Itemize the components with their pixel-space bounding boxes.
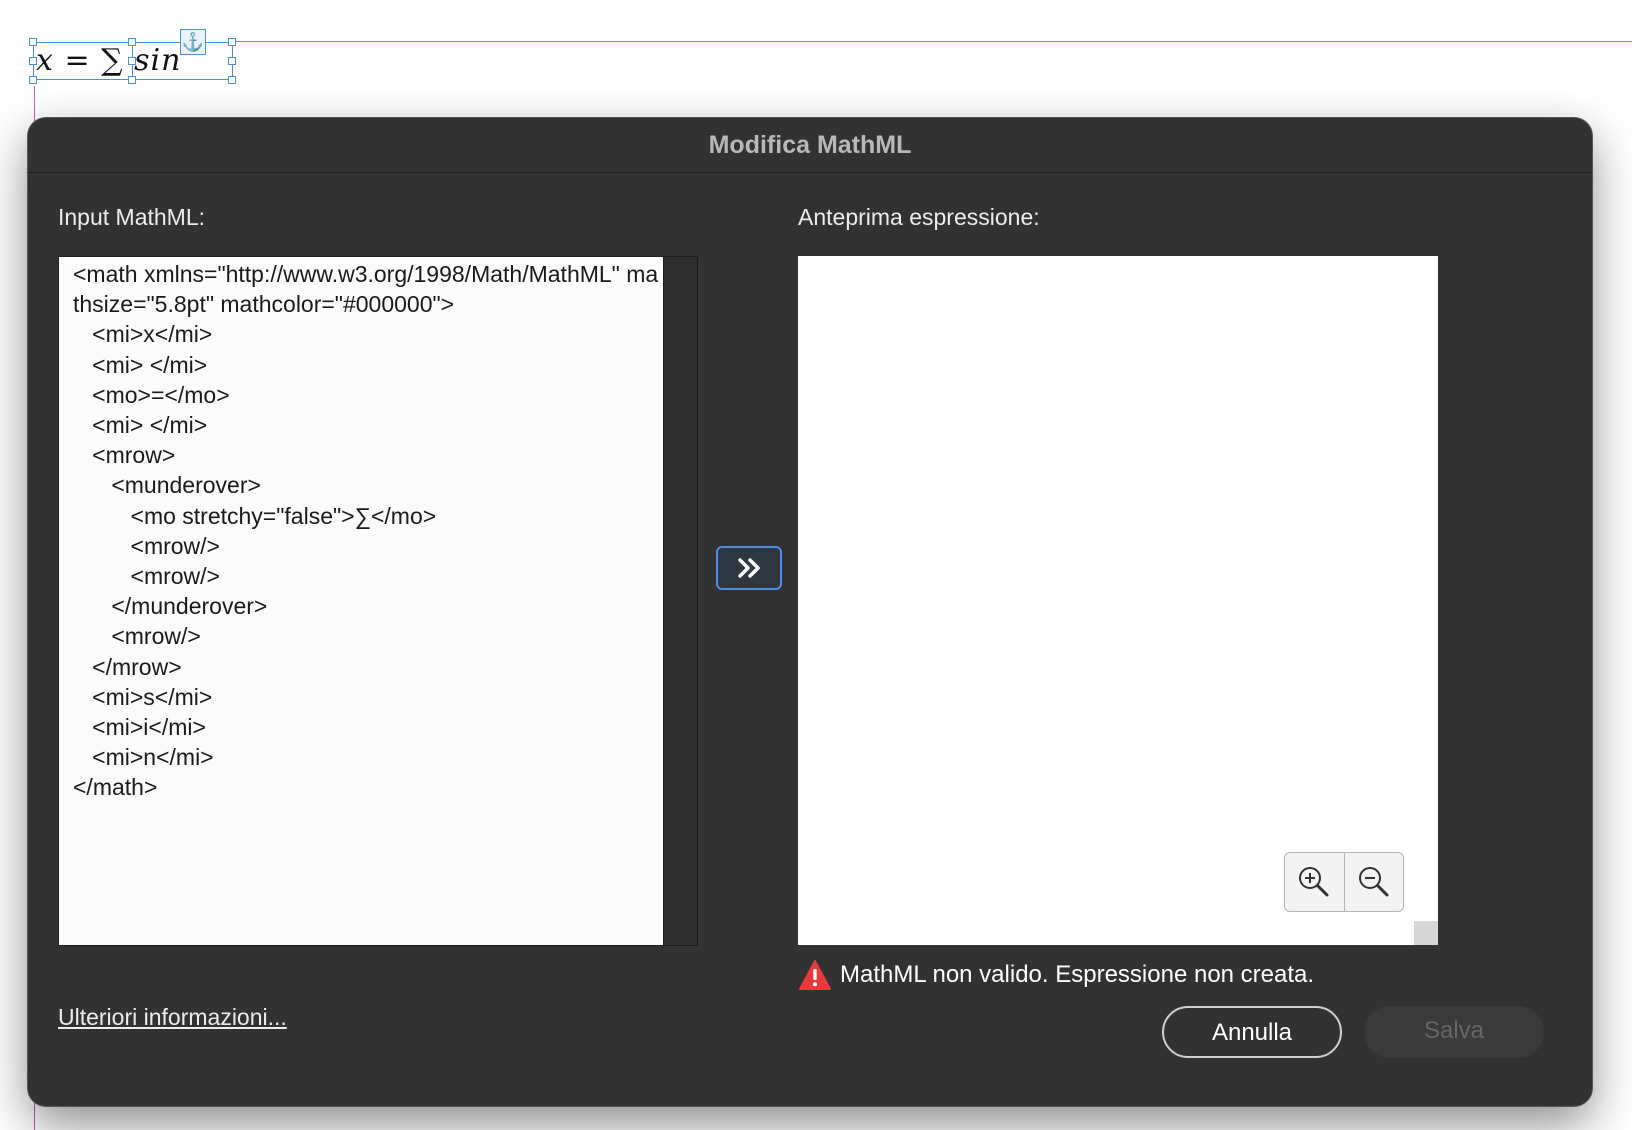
more-info-link[interactable]: Ulteriori informazioni... bbox=[58, 1004, 287, 1031]
mathml-input-editor[interactable]: <math xmlns="http://www.w3.org/1998/Math… bbox=[58, 256, 698, 946]
double-chevron-right-icon bbox=[738, 558, 760, 578]
horizontal-guide-line bbox=[229, 41, 1632, 42]
warning-icon bbox=[799, 960, 831, 990]
frame-handle-top-right[interactable] bbox=[228, 38, 236, 46]
mathml-input-text[interactable]: <math xmlns="http://www.w3.org/1998/Math… bbox=[73, 259, 663, 803]
status-message: MathML non valido. Espressione non creat… bbox=[798, 956, 1314, 994]
cancel-button[interactable]: Annulla bbox=[1162, 1006, 1342, 1058]
preview-label: Anteprima espressione: bbox=[798, 204, 1040, 230]
zoom-controls bbox=[1284, 852, 1404, 912]
expression-preview bbox=[798, 256, 1438, 945]
dialog-titlebar: Modifica MathML bbox=[28, 118, 1592, 173]
status-text: MathML non valido. Espressione non creat… bbox=[840, 961, 1315, 988]
zoom-out-button[interactable] bbox=[1343, 853, 1404, 911]
input-label: Input MathML: bbox=[58, 204, 206, 230]
convert-button[interactable] bbox=[716, 546, 782, 590]
zoom-in-button[interactable] bbox=[1285, 853, 1344, 911]
save-button[interactable]: Salva bbox=[1364, 1006, 1544, 1058]
zoom-out-icon bbox=[1358, 867, 1389, 897]
frame-handle-bottom-right[interactable] bbox=[228, 76, 236, 84]
dialog-title: Modifica MathML bbox=[708, 130, 912, 159]
mathml-edit-dialog: Modifica MathML Input MathML: Anteprima … bbox=[28, 118, 1592, 1106]
editor-scrollbar[interactable] bbox=[663, 257, 697, 945]
preview-resize-corner[interactable] bbox=[1414, 921, 1438, 945]
math-formula: x = ∑ sin bbox=[36, 43, 182, 78]
anchor-icon[interactable]: ⚓ bbox=[180, 29, 206, 55]
frame-handle-middle-right[interactable] bbox=[228, 57, 236, 65]
zoom-in-icon bbox=[1299, 867, 1329, 897]
